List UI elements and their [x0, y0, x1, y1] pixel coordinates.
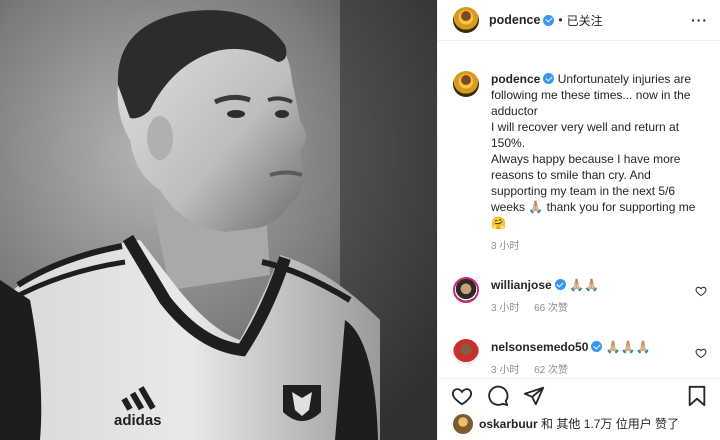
- caption-time[interactable]: 3 小时: [491, 241, 519, 252]
- caption: podence Unfortunately injuries are follo…: [453, 71, 707, 255]
- heart-icon: [451, 387, 473, 405]
- comment-text: 🙏🏼🙏🏼: [569, 278, 599, 292]
- caption-line-3: Always happy because I have more reasons…: [491, 152, 696, 230]
- more-options-icon[interactable]: ···: [691, 12, 708, 28]
- comment-time[interactable]: 3 小时: [491, 365, 519, 376]
- verified-badge-icon: [591, 341, 603, 352]
- comment-likes-count[interactable]: 66 次赞: [534, 303, 568, 314]
- follow-state-button[interactable]: 已关注: [567, 12, 603, 29]
- commenter-avatar[interactable]: [453, 277, 479, 303]
- share-button[interactable]: [522, 384, 546, 408]
- comments-section[interactable]: podence Unfortunately injuries are follo…: [438, 41, 720, 378]
- header-separator: •: [558, 13, 563, 27]
- liker-username[interactable]: oskarbuur: [479, 417, 538, 431]
- like-button[interactable]: [450, 384, 474, 408]
- comment-meta: 3 小时 62 次赞: [491, 363, 687, 378]
- commenter-username[interactable]: nelsonsemedo50: [491, 340, 588, 354]
- post-action-bar: [438, 378, 720, 412]
- verified-badge-icon: [543, 73, 555, 84]
- author-avatar[interactable]: [453, 7, 479, 33]
- liker-avatar[interactable]: [453, 414, 473, 434]
- post-side-panel: podence • 已关注 ··· podence Unfortunately …: [437, 0, 720, 440]
- player-photo: adidas: [0, 0, 437, 440]
- caption-author-username[interactable]: podence: [491, 72, 540, 86]
- post-header: podence • 已关注 ···: [438, 0, 720, 41]
- comment-item: nelsonsemedo50 🙏🏼🙏🏼🙏🏼 3 小时 62 次赞: [453, 339, 707, 378]
- save-button[interactable]: [685, 384, 709, 408]
- comment-like-heart-icon[interactable]: [695, 285, 707, 297]
- comment-text: 🙏🏼🙏🏼🙏🏼: [605, 340, 651, 354]
- comment-time[interactable]: 3 小时: [491, 303, 519, 314]
- caption-line-2: I will recover very well and return at 1…: [491, 120, 680, 150]
- paper-plane-icon: [523, 386, 545, 405]
- author-username[interactable]: podence: [489, 13, 540, 27]
- verified-badge-icon: [554, 279, 566, 290]
- comment-meta: 3 小时 66 次赞: [491, 301, 687, 317]
- comment-bubble-icon: [488, 385, 509, 406]
- comment-likes-count[interactable]: 62 次赞: [534, 365, 568, 376]
- bookmark-icon: [688, 385, 706, 406]
- comment-item: willianjose 🙏🏼🙏🏼 3 小时 66 次赞: [453, 277, 707, 317]
- wolves-crest: [283, 385, 321, 421]
- commenter-username[interactable]: willianjose: [491, 278, 552, 292]
- likes-summary[interactable]: oskarbuur 和 其他 1.7万 位用户 赞了: [453, 414, 679, 434]
- post-photo[interactable]: adidas: [0, 0, 437, 440]
- likes-summary-text[interactable]: 和 其他 1.7万 位用户 赞了: [541, 417, 679, 431]
- comment-button[interactable]: [486, 384, 510, 408]
- caption-author-avatar[interactable]: [453, 71, 479, 97]
- verified-badge-icon: [543, 14, 555, 26]
- svg-text:adidas: adidas: [114, 412, 162, 429]
- comment-like-heart-icon[interactable]: [695, 347, 707, 359]
- caption-meta: 3 小时: [491, 239, 707, 255]
- commenter-avatar[interactable]: [453, 339, 479, 365]
